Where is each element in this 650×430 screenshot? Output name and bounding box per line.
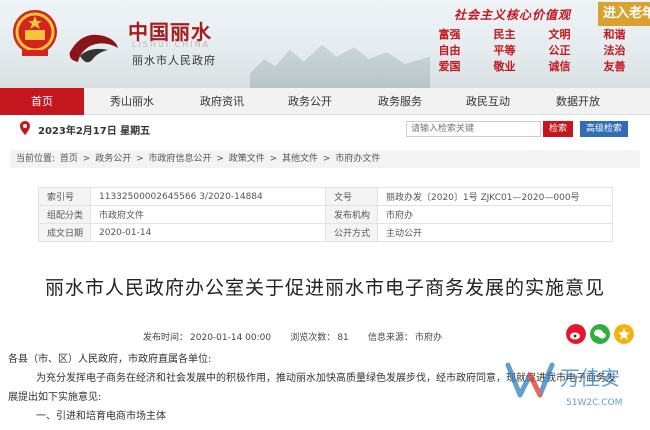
table-cell-key: 索引号 xyxy=(38,187,91,206)
site-pinyin: LISHUI CHINA xyxy=(132,40,211,49)
table-cell-key: 公开方式 xyxy=(325,223,378,242)
site-subtitle: 丽水市人民政府 xyxy=(132,54,216,67)
elder-mode-button[interactable]: 进入老年 xyxy=(598,2,650,26)
current-date: 2023年2月17日 星期五 xyxy=(38,126,151,137)
nav-item-home[interactable]: 首页 xyxy=(0,88,84,115)
table-cell-value: 11332500002645566 3/2020-14884 xyxy=(90,187,326,206)
nav-item-gov-service[interactable]: 政务服务 xyxy=(360,88,440,115)
table-row: 组配分类 市政府文件 发布机构 市府办 xyxy=(38,205,613,224)
location-pin-icon xyxy=(20,121,30,135)
document-title: 丽水市人民政府办公室关于促进丽水市电子商务发展的实施意见 xyxy=(44,277,605,299)
breadcrumb-link[interactable]: 政务公开 xyxy=(95,154,131,164)
qzone-share-icon[interactable] xyxy=(614,324,634,344)
main-nav: 首页 秀山丽水 政府资讯 政务公开 政务服务 政民互动 数据开放 xyxy=(0,88,650,115)
table-cell-value: 主动公开 xyxy=(377,223,613,242)
table-cell-key: 成文日期 xyxy=(38,223,91,242)
nav-item-gov-open[interactable]: 政务公开 xyxy=(270,88,350,115)
breadcrumb-separator: > xyxy=(133,154,147,164)
core-value: 爱国 xyxy=(438,60,461,73)
breadcrumb-link[interactable]: 市政府信息公开 xyxy=(148,154,211,164)
breadcrumb: 当前位置: 首页 > 政务公开 > 市政府信息公开 > 政策文件 > 其他文件 … xyxy=(10,150,640,168)
advanced-search-button[interactable]: 高级检索 xyxy=(580,121,628,137)
core-value: 敬业 xyxy=(493,60,516,73)
nav-item-news[interactable]: 政府资讯 xyxy=(182,88,262,115)
core-value: 法治 xyxy=(603,44,626,57)
publish-label: 发布时间： xyxy=(143,333,189,343)
breadcrumb-separator: > xyxy=(213,154,227,164)
lishui-logo-icon xyxy=(69,34,118,63)
table-cell-value: 市政府文件 xyxy=(90,205,326,224)
views-label: 浏览次数： xyxy=(290,333,336,343)
core-value: 友善 xyxy=(603,60,626,73)
core-value: 文明 xyxy=(548,28,571,41)
wechat-share-icon[interactable] xyxy=(590,324,610,344)
source-label: 信息来源： xyxy=(367,333,413,343)
date-search-bar: 2023年2月17日 星期五 检索 高级检索 xyxy=(0,116,650,142)
watermark-text: 万佳安 xyxy=(560,366,620,390)
document-info-table: 索引号 11332500002645566 3/2020-14884 文号 丽政… xyxy=(38,187,613,242)
table-cell-value: 2020-01-14 xyxy=(90,223,326,242)
breadcrumb-prefix: 当前位置: xyxy=(16,154,56,164)
breadcrumb-link[interactable]: 市府办文件 xyxy=(335,154,380,164)
core-value: 平等 xyxy=(493,44,516,57)
search-button[interactable]: 检索 xyxy=(543,121,573,137)
source-value: 市府办 xyxy=(414,333,442,343)
core-value: 和谐 xyxy=(603,28,626,41)
core-value: 公正 xyxy=(548,44,571,57)
national-emblem-icon xyxy=(13,10,57,56)
views-count: 81 xyxy=(337,333,349,343)
header-banner: 中国丽水 LISHUI CHINA 丽水市人民政府 社会主义核心价值观 富强 民… xyxy=(0,0,650,88)
breadcrumb-separator: > xyxy=(320,154,334,164)
table-row: 索引号 11332500002645566 3/2020-14884 文号 丽政… xyxy=(38,187,613,206)
core-values-grid: 富强 民主 文明 和谐 自由 平等 公正 法治 爱国 敬业 诚信 友善 xyxy=(422,28,642,74)
city-skyline-image xyxy=(250,44,430,88)
breadcrumb-link[interactable]: 首页 xyxy=(60,154,78,164)
nav-item-open-data[interactable]: 数据开放 xyxy=(538,88,618,115)
document-meta: 发布时间： 2020-01-14 00:00 浏览次数： 81 信息来源： 市府办 xyxy=(143,330,444,343)
breadcrumb-link[interactable]: 其他文件 xyxy=(282,154,318,164)
table-row: 成文日期 2020-01-14 公开方式 主动公开 xyxy=(38,223,613,242)
breadcrumb-separator: > xyxy=(79,154,94,164)
publish-time: 2020-01-14 00:00 xyxy=(190,333,272,343)
breadcrumb-separator: > xyxy=(266,154,281,164)
breadcrumb-link[interactable]: 政策文件 xyxy=(229,154,265,164)
table-cell-key: 发布机构 xyxy=(325,205,378,224)
core-value: 自由 xyxy=(438,44,461,57)
watermark-logo: 万佳安 51W2C.COM xyxy=(505,362,622,408)
table-cell-value: 丽政办发〔2020〕1号 ZJKC01—2020—000号 xyxy=(377,187,613,206)
weibo-share-icon[interactable] xyxy=(566,324,586,344)
core-value: 诚信 xyxy=(548,60,571,73)
watermark-url: 51W2C.COM xyxy=(566,398,622,408)
table-cell-value: 市府办 xyxy=(377,205,613,224)
nav-item-xiushan[interactable]: 秀山丽水 xyxy=(92,88,172,115)
core-values-slogan: 社会主义核心价值观 xyxy=(454,8,572,22)
nav-item-interaction[interactable]: 政民互动 xyxy=(448,88,528,115)
table-cell-key: 组配分类 xyxy=(38,205,91,224)
core-value: 民主 xyxy=(493,28,516,41)
search-input[interactable] xyxy=(406,121,541,137)
core-value: 富强 xyxy=(438,28,461,41)
table-cell-key: 文号 xyxy=(325,187,378,206)
